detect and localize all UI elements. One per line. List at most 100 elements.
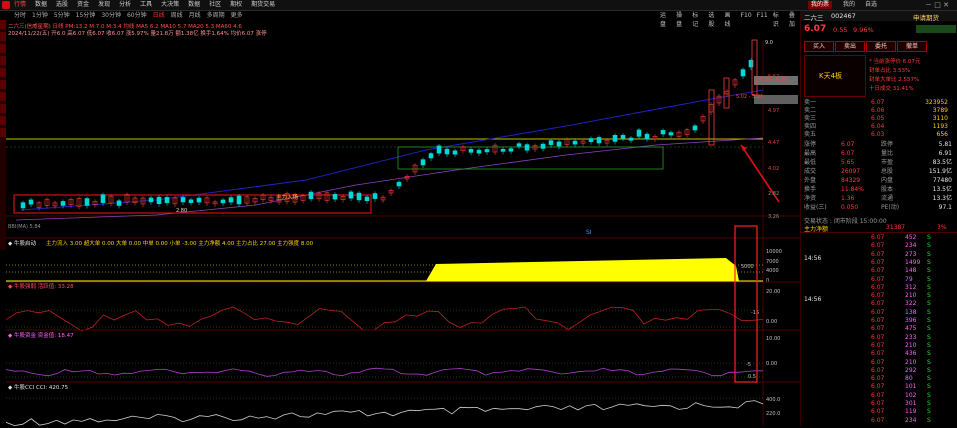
tick-side: S xyxy=(927,325,931,333)
menu-item[interactable]: 大决策 xyxy=(161,0,179,10)
main-menu: 行情 数据 选股 资金 发现 分析 工具 大决策 数据 社区 期权 期货交易 xyxy=(14,0,275,10)
candle-body xyxy=(308,191,314,199)
candle-body xyxy=(100,194,106,203)
period-tab[interactable]: 更多 xyxy=(231,11,243,20)
buy-button[interactable]: 买入 xyxy=(804,41,834,52)
candle-body xyxy=(548,140,554,145)
tick-volume: 119 xyxy=(905,408,917,416)
tick-side: S xyxy=(927,358,931,366)
period-tab[interactable]: 多周期 xyxy=(207,11,225,20)
stat-label: PE(动) xyxy=(881,204,900,211)
tick-price: 6.07 xyxy=(871,292,885,300)
tick-row: 6.07 210 S xyxy=(801,292,957,300)
period-tab[interactable]: 5分钟 xyxy=(54,11,70,20)
tick-row: 6.07 101 S xyxy=(801,383,957,391)
tick-side: S xyxy=(927,391,931,399)
stock-name: 二六三 xyxy=(804,14,824,22)
candle-body xyxy=(116,200,122,206)
period-tab[interactable]: 日线 xyxy=(153,11,165,20)
menu-item[interactable]: 数据 xyxy=(35,0,47,10)
menu-item[interactable]: 期货交易 xyxy=(251,0,275,10)
candle-body xyxy=(628,137,634,141)
tick-row: 6.07 234 S xyxy=(801,417,957,425)
menu-item[interactable]: 分析 xyxy=(119,0,131,10)
order-label: 卖五 xyxy=(804,131,817,138)
tick-side: S xyxy=(927,317,931,324)
kline-info-line-2: 2024/11/22(五) 开6.0 高6.07 低6.07 收6.07 涨5.… xyxy=(8,29,267,37)
tick-row: 6.07 436 S xyxy=(801,350,957,358)
menu-item[interactable]: 期权 xyxy=(230,0,242,10)
order-price: 6.06 xyxy=(871,107,885,114)
tick-row: 6.07 1499 S xyxy=(801,259,957,267)
period-tab[interactable]: 30分钟 xyxy=(101,11,121,20)
tick-side: S xyxy=(927,308,931,316)
period-tab[interactable]: 60分钟 xyxy=(127,11,147,20)
tick-row: 6.07 322 S xyxy=(801,300,957,308)
app-logo-icon[interactable] xyxy=(2,1,10,9)
sub3-label-low: 0.5 xyxy=(748,374,756,380)
menu-item[interactable]: 工具 xyxy=(140,0,152,10)
order-book-row: 卖三 6.05 3110 xyxy=(801,115,957,123)
stat-value: 1.36 xyxy=(841,195,855,202)
order-label: 卖四 xyxy=(804,123,817,130)
period-tab[interactable]: 15分钟 xyxy=(76,11,96,20)
stat-value: 5.65 xyxy=(841,159,855,166)
tick-price: 6.07 xyxy=(871,383,885,391)
tick-price: 6.07 xyxy=(871,341,885,349)
candle-body xyxy=(572,140,578,145)
stat-value: 6.91 xyxy=(938,150,952,157)
period-tab[interactable]: 1分钟 xyxy=(32,11,48,20)
period-tab[interactable]: 月线 xyxy=(189,11,201,20)
order-volume: 1193 xyxy=(932,123,948,130)
window-controls-icon[interactable]: － □ ✕ xyxy=(925,1,949,9)
candle-body xyxy=(444,148,450,155)
tick-price: 6.07 xyxy=(871,358,885,366)
menu-item[interactable]: 资金 xyxy=(77,0,89,10)
stats-row: 换手 11.84% 股本 13.5亿 xyxy=(801,186,957,194)
note-4: 十日成交 31.41% xyxy=(869,86,914,92)
candle-body xyxy=(524,144,530,151)
cancel-button[interactable]: 撤单 xyxy=(897,41,927,52)
tick-row: 6.07 452 S xyxy=(801,234,957,242)
period-toolbar: 分时 1分钟 5分钟 15分钟 30分钟 60分钟 日线 周线 月线 多周期 更多 运盘 操盘 标记 选股… xyxy=(0,11,800,28)
stat-label: 成交 xyxy=(804,168,817,175)
candle-body xyxy=(540,143,546,149)
tick-row: 6.07 292 S xyxy=(801,367,957,375)
candlesticks xyxy=(20,39,758,211)
candle-body xyxy=(20,202,26,209)
period-tab[interactable]: 周线 xyxy=(171,11,183,20)
tick-price: 6.07 xyxy=(871,275,885,283)
candle-body xyxy=(740,69,746,77)
tick-price: 6.07 xyxy=(871,366,885,374)
stats-row: 外盘 84329 内盘 77480 xyxy=(801,177,957,185)
sell-button[interactable]: 卖出 xyxy=(835,41,865,52)
axis-label-3: 4.47 xyxy=(768,140,779,146)
menu-right-button-3[interactable]: 自选 xyxy=(862,1,880,9)
order-label: 卖三 xyxy=(804,115,817,122)
menu-item[interactable]: 社区 xyxy=(209,0,221,10)
menu-right-button-2[interactable]: 我的 xyxy=(840,1,858,9)
tick-volume: 210 xyxy=(905,358,917,366)
tick-volume: 101 xyxy=(905,383,917,391)
tick-volume: 233 xyxy=(905,333,917,341)
candle-body xyxy=(420,159,426,166)
menu-item[interactable]: 发现 xyxy=(98,0,110,10)
menu-item[interactable]: 选股 xyxy=(56,0,68,10)
tick-volume: 312 xyxy=(905,283,917,291)
candle-body xyxy=(84,198,90,206)
menu-right-button-1[interactable]: 我的票 xyxy=(808,1,833,9)
tick-side: S xyxy=(927,250,931,258)
tick-volume: 322 xyxy=(905,300,917,308)
chart-area[interactable]: 二六三(信威星期) 日线 PM:13.2 M:7.0 M:3.4 均线 MA5 … xyxy=(5,20,800,427)
candle-body xyxy=(500,148,506,152)
period-tab[interactable]: 分时 xyxy=(14,11,26,20)
highlight-box xyxy=(734,225,758,383)
menu-item[interactable]: 行情 xyxy=(14,0,26,10)
order-button[interactable]: 委托 xyxy=(866,41,896,52)
tick-price: 6.07 xyxy=(871,234,885,241)
tick-price: 6.07 xyxy=(871,350,885,358)
order-price: 6.03 xyxy=(871,131,885,138)
sub1-metrics: 主力流入 3.00 超大单 0.00 大单 0.00 中单 0.00 小单 -3… xyxy=(46,239,314,247)
menu-item[interactable]: 数据 xyxy=(188,0,200,10)
limit-box: K天4板 xyxy=(804,55,866,97)
